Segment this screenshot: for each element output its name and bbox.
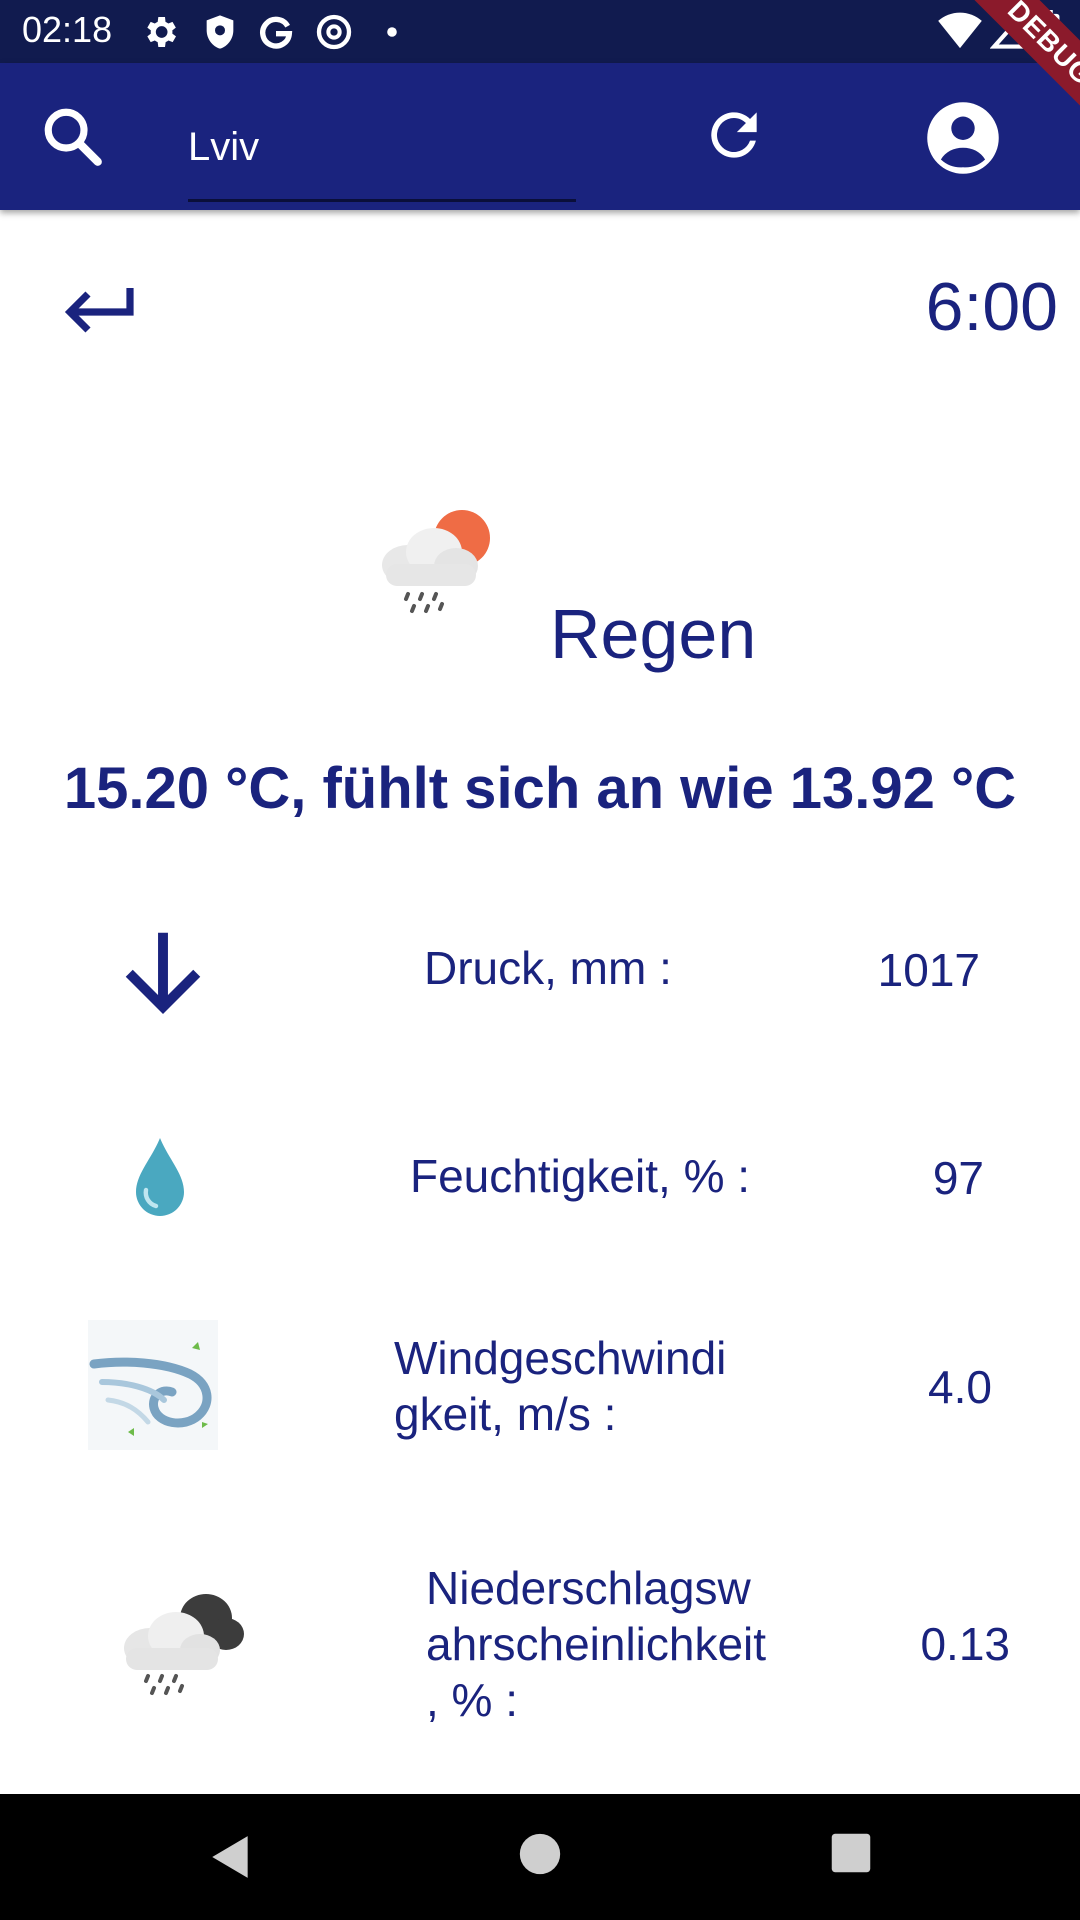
pressure-value: 1017 [877, 944, 980, 996]
city-search-input[interactable] [188, 95, 576, 202]
google-icon [260, 16, 293, 49]
search-icon[interactable] [40, 104, 106, 170]
precipitation-label-line: , % : [426, 1674, 519, 1726]
rain-sun-icon [382, 510, 490, 613]
refresh-icon[interactable] [700, 101, 768, 169]
wind-speed-value: 4.0 [928, 1361, 992, 1413]
weather-condition: Regen [550, 595, 757, 673]
wifi-icon [938, 12, 982, 49]
nav-recents-icon[interactable] [830, 1832, 872, 1874]
back-return-icon[interactable] [60, 280, 140, 340]
at-sign-icon [316, 14, 352, 50]
precipitation-label-line: Niederschlagsw [426, 1562, 751, 1614]
forecast-time: 6:00 [925, 269, 1058, 345]
wind-icon [88, 1320, 218, 1450]
status-bar: 02:18 [0, 0, 1080, 63]
precipitation-value: 0.13 [920, 1618, 1010, 1670]
wind-speed-label: Windgeschwindi gkeit, m/s : [394, 1330, 726, 1442]
wind-speed-label-line: gkeit, m/s : [394, 1388, 617, 1440]
navigation-bar [0, 1794, 1080, 1920]
pressure-label: Druck, mm : [424, 942, 672, 994]
nav-back-icon[interactable] [206, 1832, 256, 1882]
battery-icon [1036, 10, 1060, 52]
humidity-value: 97 [932, 1152, 984, 1204]
wind-speed-label-line: Windgeschwindi [394, 1332, 727, 1384]
water-drop-icon [136, 1138, 184, 1216]
humidity-label: Feuchtigkeit, % : [410, 1150, 751, 1202]
precipitation-label-line: ahrscheinlichkeit [426, 1618, 767, 1670]
signal-icon [990, 12, 1024, 49]
shield-icon [206, 15, 234, 49]
precipitation-label: Niederschlagsw ahrscheinlichkeit , % : [426, 1560, 766, 1728]
account-icon[interactable] [924, 99, 1002, 177]
temperature-summary: 15.20 °C, fühlt sich an wie 13.92 °C [63, 756, 1017, 821]
status-time: 02:18 [22, 9, 113, 50]
settings-icon [147, 17, 176, 47]
notification-dot-icon [387, 27, 397, 37]
nav-home-icon[interactable] [518, 1832, 562, 1876]
arrow-down-icon [125, 932, 201, 1015]
rain-cloud-icon [124, 1594, 244, 1695]
